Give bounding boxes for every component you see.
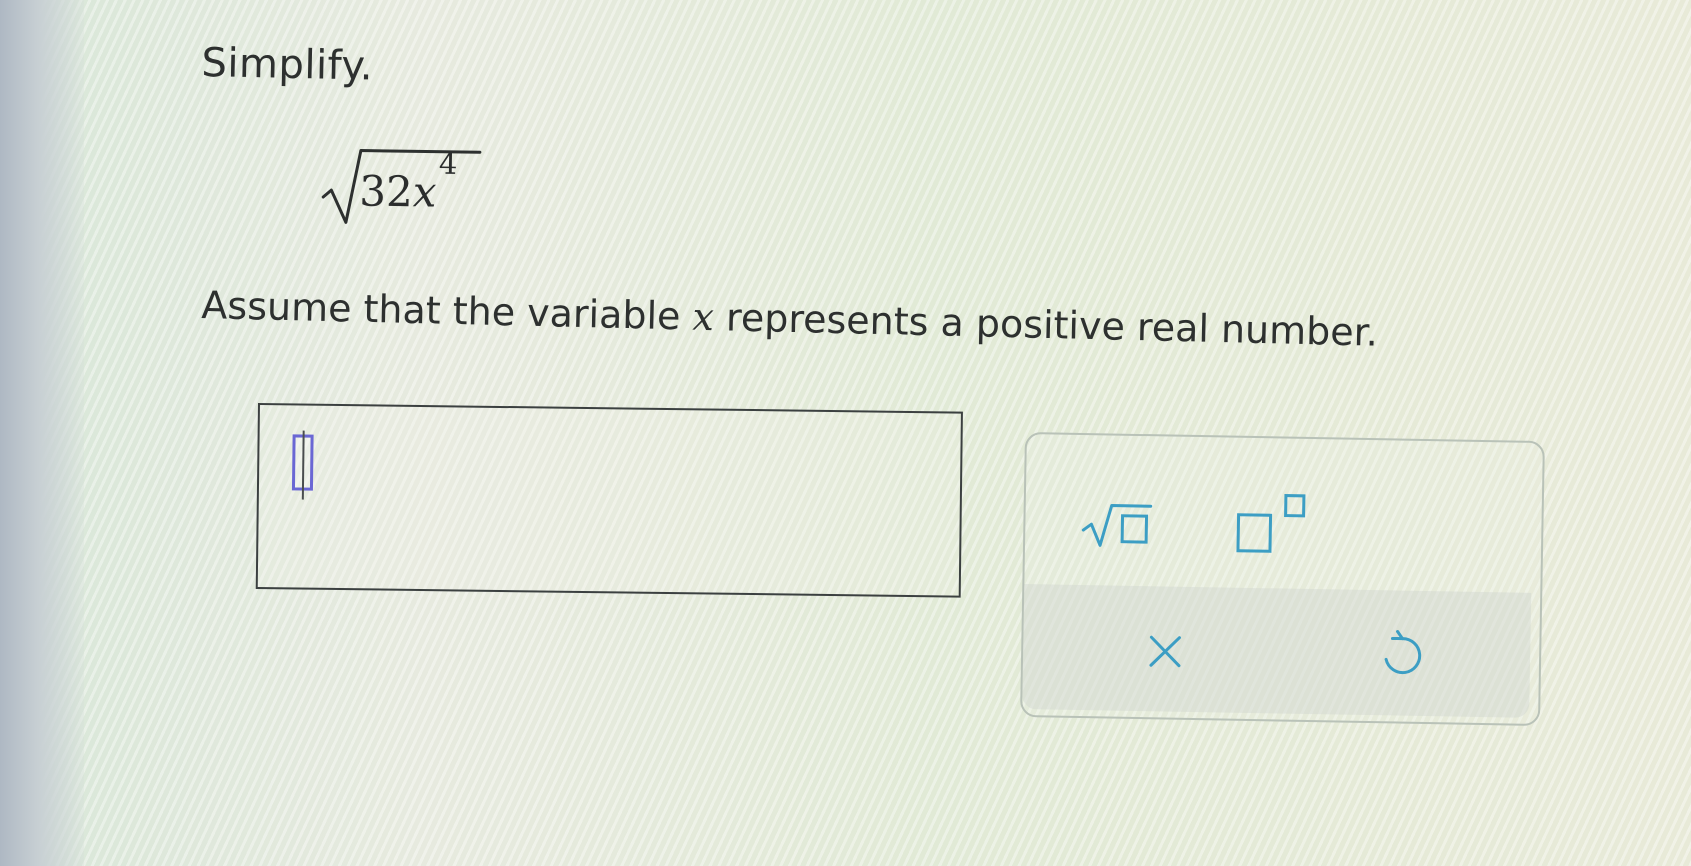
square-root-template-icon: [1081, 504, 1153, 547]
superscript-button[interactable]: [1235, 493, 1316, 558]
text-cursor: [301, 430, 305, 500]
instruction-before-variable: Assume that the variable: [200, 283, 682, 339]
square-root-button[interactable]: [1080, 495, 1161, 556]
radical-expression: 32x4: [321, 142, 482, 226]
left-window-edge: [0, 0, 84, 866]
radicand-coefficient: 32: [358, 166, 414, 217]
undo-icon: [1384, 630, 1422, 675]
problem-prompt: Simplify.: [201, 40, 374, 90]
radicand-variable: x: [412, 167, 437, 217]
radicand-exponent: 4: [438, 146, 458, 181]
clear-answer-button[interactable]: [1131, 620, 1200, 683]
math-tool-palette: [1020, 432, 1545, 727]
instruction-variable: x: [692, 294, 715, 340]
x-icon: [1149, 635, 1181, 668]
superscript-template-icon: [1236, 494, 1306, 553]
variable-assumption-text: Assume that the variable x represents a …: [201, 283, 1378, 355]
input-cursor-placeholder[interactable]: [291, 430, 314, 500]
undo-button[interactable]: [1368, 624, 1437, 687]
math-problem-screen: Simplify. 32x4 Assume that the variable …: [0, 0, 1691, 866]
tool-action-row: [1022, 584, 1532, 718]
radicand: 32x4: [358, 147, 458, 217]
instruction-after-variable: represents a positive real number.: [725, 295, 1379, 355]
answer-input-box[interactable]: [255, 403, 963, 598]
